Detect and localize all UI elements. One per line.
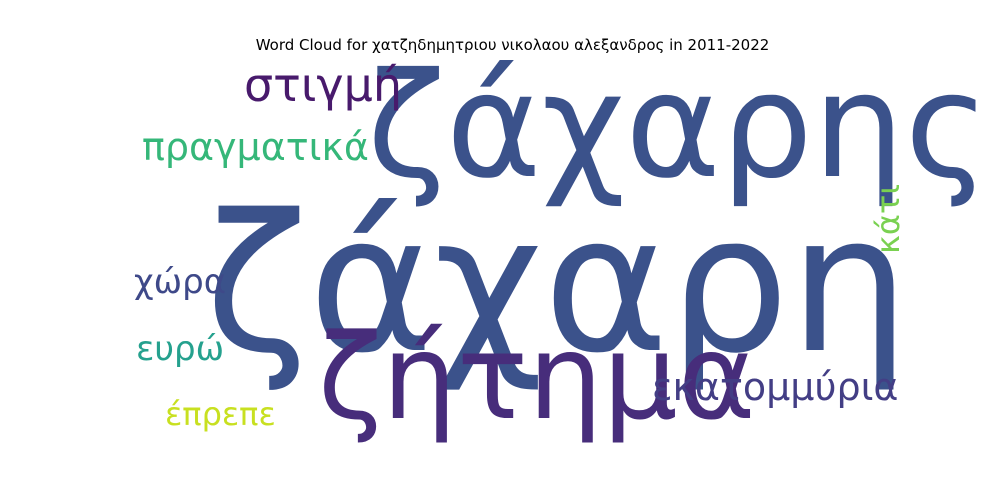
word-pragmatika: πραγματικά [142, 125, 369, 169]
word-ekatommyria: εκατομμύρια [652, 365, 899, 409]
word-eprepe: έπρεπε [165, 395, 276, 433]
word-zacharis: ζάχαρης [367, 42, 990, 211]
word-evro: ευρώ [136, 329, 225, 369]
word-kati: κάτι [869, 183, 907, 254]
word-stigmi: στιγμή [244, 58, 403, 112]
word-chora: χώρα [134, 262, 227, 302]
word-cloud: ζάχαρη ζάχαρης ζήτημα στιγμή πραγματικά … [130, 54, 990, 460]
